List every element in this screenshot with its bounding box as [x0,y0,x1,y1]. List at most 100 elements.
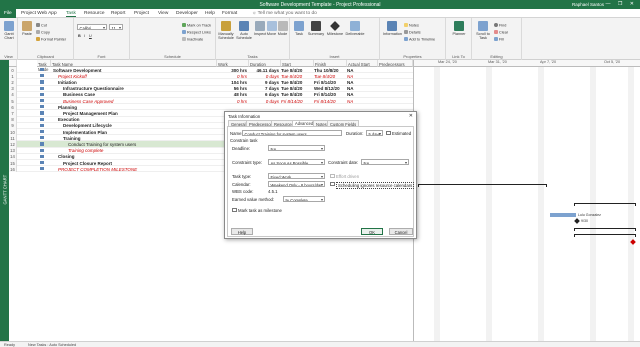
milestone-training-complete[interactable] [574,218,580,224]
tab-project-web-app[interactable]: Project Web App [21,11,57,16]
paste-button[interactable]: Paste [20,21,34,36]
close-icon[interactable]: ✕ [409,113,413,119]
duration-cell[interactable]: 46.11 days [249,68,279,73]
finish-cell[interactable]: Tue 8/4/20 [314,74,345,79]
inspect-button[interactable]: Inspect [254,21,266,36]
manually-schedule-button[interactable]: Manually Schedule [218,21,234,41]
copy-button[interactable]: Copy [36,30,50,35]
duration-cell[interactable]: 7 days [249,86,279,91]
tab-project[interactable]: Project [134,11,149,16]
start-cell[interactable]: Tue 8/4/20 [281,68,312,73]
mark-on-track-button[interactable]: Mark on Track [182,23,211,28]
gantt-chart-button[interactable]: Gantt Chart [1,21,17,41]
task-name-cell[interactable]: PROJECT COMPLETION MILESTONE [58,167,215,172]
tab-task[interactable]: Task [66,11,76,17]
header-actual-start[interactable]: Actual Start [347,60,378,67]
actual-cell[interactable]: NA [347,68,376,73]
task-name-cell[interactable]: Execution [58,117,215,122]
finish-cell[interactable]: Wed 8/12/20 [314,86,345,91]
start-cell[interactable]: Tue 8/4/20 [281,86,312,91]
milestone-button[interactable]: Milestone [326,21,344,36]
tab-format[interactable]: Format [222,11,237,16]
notes-button[interactable]: Notes [404,23,419,28]
details-button[interactable]: Details [404,30,421,35]
duration-cell[interactable]: 0 days [249,74,279,79]
status-new-tasks[interactable]: New Tasks : Auto Scheduled [28,343,76,347]
clear-button[interactable]: Clear [494,30,508,35]
summary-button[interactable]: Summary [307,21,325,36]
task-name-cell[interactable]: Project Closure Report [63,161,215,166]
task-name-cell[interactable]: Planning [58,105,215,110]
task-bar-conduct-training[interactable] [550,213,576,217]
deliverable-button[interactable]: Deliverable [345,21,365,36]
task-name-cell[interactable]: Closing [58,154,215,159]
tab-view[interactable]: View [158,11,168,16]
header-start[interactable]: Start [281,60,314,67]
effort-driven-checkbox[interactable] [330,173,335,179]
add-to-timeline-button[interactable]: Add to Timeline [404,37,435,42]
finish-cell[interactable]: Fri 8/14/20 [314,80,345,85]
find-button[interactable]: Find [494,23,506,28]
finish-cell[interactable]: Fri 8/14/20 [314,92,345,97]
scroll-to-task-button[interactable]: Scroll to Task [474,21,492,41]
move-button[interactable]: Move [266,21,277,36]
work-cell[interactable]: 104 hrs [217,80,247,85]
mark-milestone-checkbox[interactable] [232,207,237,213]
task-name-cell[interactable]: Initiation [58,80,215,85]
cut-button[interactable]: Cut [36,23,47,28]
estimated-checkbox[interactable] [386,130,391,136]
work-cell[interactable]: 56 hrs [217,86,247,91]
tab-developer[interactable]: Developer [176,11,198,16]
work-cell[interactable]: 0 hrs [217,74,247,79]
mode-button[interactable]: Mode [277,21,288,36]
task-name-cell[interactable]: Development Lifecycle [63,123,215,128]
duration-field[interactable]: 5 days [366,130,383,136]
actual-cell[interactable]: NA [347,86,376,91]
fill-button[interactable]: Fill [494,37,504,42]
font-name-select[interactable]: Calibri [77,24,107,30]
summary-bar-training[interactable] [418,184,547,187]
task-name-cell[interactable]: Business Case [63,92,215,97]
header-task-name[interactable]: Task Name [51,60,217,67]
header-duration[interactable]: Duration [249,60,281,67]
italic-button[interactable]: I [84,34,85,38]
work-cell[interactable]: 48 hrs [217,92,247,97]
summary-bar-training-sub[interactable] [574,203,636,206]
task-button[interactable]: Task [292,21,306,36]
task-name-cell[interactable]: Project Management Plan [63,111,215,116]
work-cell[interactable]: 0 hrs [217,99,247,104]
task-name-cell[interactable]: Business Case Approved [63,99,215,104]
start-cell[interactable]: Tue 8/4/20 [281,80,312,85]
format-painter-button[interactable]: Format Painter [36,37,66,42]
task-name-cell[interactable]: Conduct Training for system users [68,142,215,147]
tab-help[interactable]: Help [205,11,215,16]
planner-button[interactable]: Planner [450,21,468,36]
header-work[interactable]: Work [217,60,249,67]
information-button[interactable]: Information [383,21,402,36]
constraint-date-field[interactable]: NA [361,159,409,165]
tab-file[interactable]: File [0,9,16,18]
header-corner[interactable] [9,60,17,67]
actual-cell[interactable]: NA [347,74,376,79]
calendar-select[interactable]: Weekend Only - 8 hours/day [268,181,325,187]
task-type-select[interactable]: Fixed Work [268,173,325,179]
tab-report[interactable]: Report [111,11,125,16]
user-name[interactable]: Raphael Santos [572,2,604,7]
scheduling-ignores-checkbox[interactable] [330,181,335,187]
start-cell[interactable]: Tue 8/4/20 [281,74,312,79]
task-name-cell[interactable]: Infrastructure Questionnaire [63,86,215,91]
task-name-cell[interactable]: Implementation Plan [63,130,215,135]
task-name-cell[interactable]: Project Kickoff [58,74,215,79]
bold-button[interactable]: B [78,34,81,38]
header-task-mode[interactable]: Task Mode [37,60,51,72]
header-finish[interactable]: Finish [314,60,347,67]
summary-bar-closing[interactable] [574,228,636,231]
finish-cell[interactable]: Thu 10/8/20 [314,68,345,73]
actual-cell[interactable]: NA [347,92,376,97]
header-predecessors[interactable]: Predecessors [378,60,413,67]
summary-bar-closure-report[interactable] [574,234,636,237]
tell-me-search[interactable]: ☼ Tell me what you want to do [252,11,317,16]
constraint-type-select[interactable]: As Soon As Possible [268,159,325,165]
start-cell[interactable]: Tue 8/4/20 [281,92,312,97]
help-button[interactable]: Help [231,228,253,235]
